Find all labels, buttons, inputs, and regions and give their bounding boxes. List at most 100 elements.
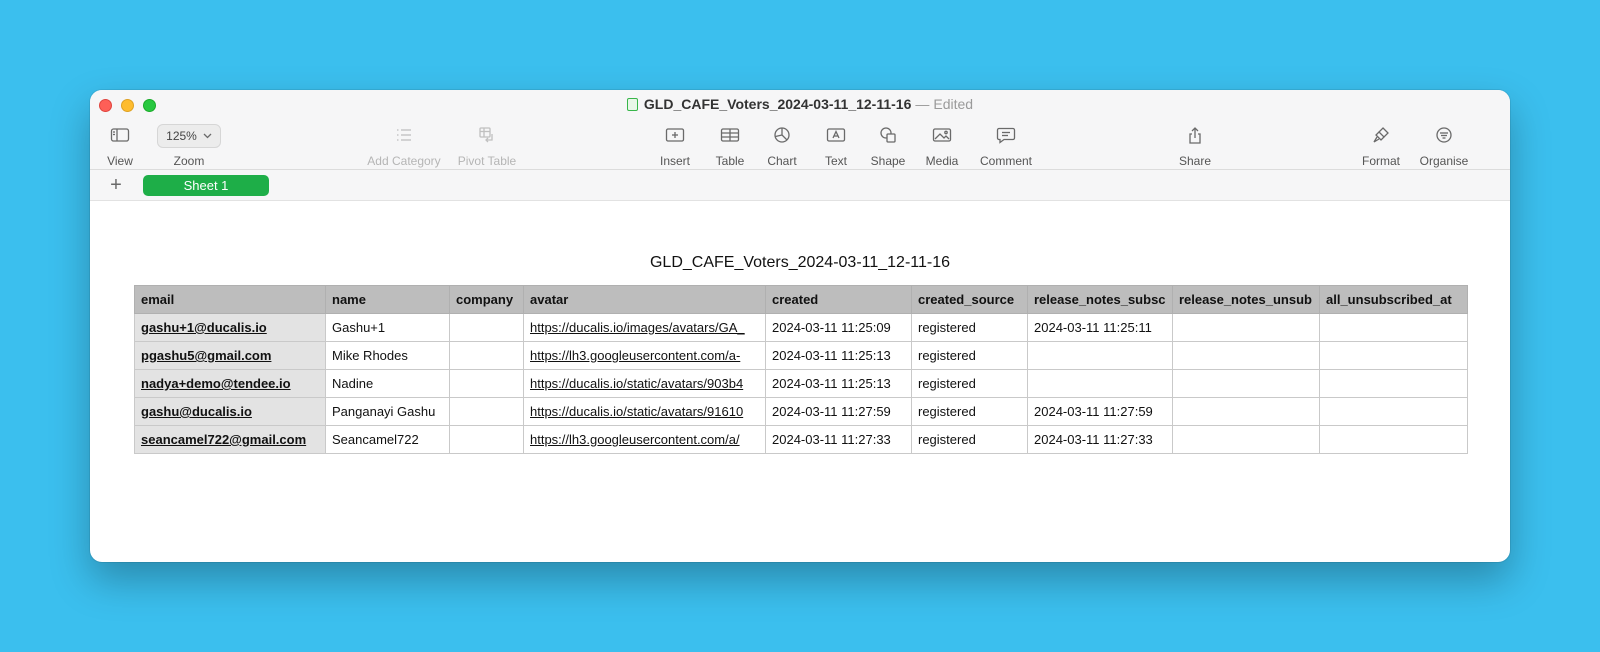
add-sheet-button[interactable]: + bbox=[106, 173, 126, 197]
cell-created-source[interactable]: registered bbox=[911, 397, 1028, 426]
column-header-all-unsubscribed-at[interactable]: all_unsubscribed_at bbox=[1319, 285, 1468, 314]
cell-created[interactable]: 2024-03-11 11:27:33 bbox=[765, 425, 912, 454]
column-header-name[interactable]: name bbox=[325, 285, 450, 314]
cell-created-source[interactable]: registered bbox=[911, 341, 1028, 370]
cell-all-unsubscribed-at[interactable] bbox=[1319, 425, 1468, 454]
cell-release-notes-unsub[interactable] bbox=[1172, 313, 1320, 342]
share-button[interactable]: Share bbox=[1175, 124, 1215, 168]
organise-button[interactable]: Organise bbox=[1416, 124, 1472, 168]
table-row: gashu+1@ducalis.io Gashu+1 https://ducalis… bbox=[134, 313, 1468, 342]
pie-chart-icon bbox=[774, 127, 790, 143]
shape-button[interactable]: Shape bbox=[866, 124, 910, 168]
table-row: seancamel722@gmail.com Seancamel722 https:… bbox=[134, 425, 1468, 454]
table-row: pgashu5@gmail.com Mike Rhodes https://lh3.… bbox=[134, 341, 1468, 370]
column-header-created[interactable]: created bbox=[765, 285, 912, 314]
cell-release-notes-unsub[interactable] bbox=[1172, 425, 1320, 454]
cell-release-notes-subsc[interactable]: 2024-03-11 11:27:33 bbox=[1027, 425, 1173, 454]
cell-email[interactable]: pgashu5@gmail.com bbox=[134, 341, 326, 370]
cell-created-source[interactable]: registered bbox=[911, 313, 1028, 342]
format-button[interactable]: Format bbox=[1358, 124, 1404, 168]
insert-icon bbox=[665, 128, 685, 142]
cell-release-notes-subsc[interactable]: 2024-03-11 11:27:59 bbox=[1027, 397, 1173, 426]
table-button[interactable]: Table bbox=[710, 124, 750, 168]
text-button[interactable]: Text bbox=[816, 124, 856, 168]
zoom-dropdown[interactable]: 125% bbox=[157, 124, 221, 148]
cell-avatar[interactable]: https://ducalis.io/static/avatars/91610 bbox=[523, 397, 766, 426]
paintbrush-icon bbox=[1373, 127, 1389, 143]
cell-email[interactable]: seancamel722@gmail.com bbox=[134, 425, 326, 454]
app-window: GLD_CAFE_Voters_2024-03-11_12-11-16— Edit… bbox=[90, 90, 1510, 562]
insert-button[interactable]: Insert bbox=[653, 124, 697, 168]
organise-icon bbox=[1436, 127, 1452, 143]
cell-avatar[interactable]: https://lh3.googleusercontent.com/a- bbox=[523, 341, 766, 370]
cell-created-source[interactable]: registered bbox=[911, 369, 1028, 398]
chart-button[interactable]: Chart bbox=[762, 124, 802, 168]
cell-email[interactable]: gashu@ducalis.io bbox=[134, 397, 326, 426]
cell-created-source[interactable]: registered bbox=[911, 425, 1028, 454]
cell-name[interactable]: Panganayi Gashu bbox=[325, 397, 450, 426]
pivot-table-icon bbox=[479, 127, 493, 143]
numbers-document-icon bbox=[626, 98, 638, 111]
cell-release-notes-unsub[interactable] bbox=[1172, 397, 1320, 426]
column-header-company[interactable]: company bbox=[449, 285, 524, 314]
cell-release-notes-unsub[interactable] bbox=[1172, 369, 1320, 398]
column-header-email[interactable]: email bbox=[134, 285, 326, 314]
cell-company[interactable] bbox=[449, 369, 524, 398]
cell-company[interactable] bbox=[449, 397, 524, 426]
sheet-title[interactable]: GLD_CAFE_Voters_2024-03-11_12-11-16 bbox=[90, 254, 1510, 272]
cell-release-notes-unsub[interactable] bbox=[1172, 341, 1320, 370]
view-button[interactable]: View bbox=[102, 124, 138, 168]
chevron-down-icon bbox=[203, 133, 212, 139]
column-header-release-notes-unsub[interactable]: release_notes_unsub bbox=[1172, 285, 1320, 314]
cell-release-notes-subsc[interactable] bbox=[1027, 369, 1173, 398]
pivot-table-button[interactable]: Pivot Table bbox=[452, 124, 522, 168]
cell-all-unsubscribed-at[interactable] bbox=[1319, 313, 1468, 342]
cell-avatar[interactable]: https://lh3.googleusercontent.com/a/ bbox=[523, 425, 766, 454]
add-category-button[interactable]: Add Category bbox=[362, 124, 446, 168]
table-row: gashu@ducalis.io Panganayi Gashu https://d… bbox=[134, 397, 1468, 426]
cell-name[interactable]: Mike Rhodes bbox=[325, 341, 450, 370]
cell-all-unsubscribed-at[interactable] bbox=[1319, 341, 1468, 370]
cell-avatar[interactable]: https://ducalis.io/images/avatars/GA_ bbox=[523, 313, 766, 342]
text-box-icon bbox=[826, 128, 846, 142]
header-row: email name company avatar created created_sou… bbox=[134, 285, 1468, 314]
cell-email[interactable]: nadya+demo@tendee.io bbox=[134, 369, 326, 398]
comment-button[interactable]: Comment bbox=[976, 124, 1036, 168]
column-header-created-source[interactable]: created_source bbox=[911, 285, 1028, 314]
sidebar-icon bbox=[110, 128, 130, 142]
media-button[interactable]: Media bbox=[920, 124, 964, 168]
cell-release-notes-subsc[interactable] bbox=[1027, 341, 1173, 370]
list-icon bbox=[397, 129, 411, 141]
cell-company[interactable] bbox=[449, 313, 524, 342]
cell-all-unsubscribed-at[interactable] bbox=[1319, 369, 1468, 398]
cell-release-notes-subsc[interactable]: 2024-03-11 11:25:11 bbox=[1027, 313, 1173, 342]
cell-created[interactable]: 2024-03-11 11:27:59 bbox=[765, 397, 912, 426]
cell-avatar[interactable]: https://ducalis.io/static/avatars/903b4 bbox=[523, 369, 766, 398]
photo-icon bbox=[932, 128, 952, 142]
sheet-tabs-bar: + Sheet 1 bbox=[90, 170, 1510, 201]
data-table: email name company avatar created created_sou… bbox=[134, 285, 1468, 454]
share-icon bbox=[1189, 127, 1201, 144]
cell-company[interactable] bbox=[449, 341, 524, 370]
tab-sheet-1[interactable]: Sheet 1 bbox=[143, 175, 269, 196]
comment-icon bbox=[996, 127, 1016, 144]
cell-email[interactable]: gashu+1@ducalis.io bbox=[134, 313, 326, 342]
shape-icon bbox=[880, 127, 896, 143]
document-title: GLD_CAFE_Voters_2024-03-11_12-11-16— Edit… bbox=[90, 96, 1510, 112]
column-header-avatar[interactable]: avatar bbox=[523, 285, 766, 314]
cell-created[interactable]: 2024-03-11 11:25:13 bbox=[765, 341, 912, 370]
zoom-control[interactable]: 125% Zoom bbox=[154, 124, 224, 168]
column-header-release-notes-subsc[interactable]: release_notes_subsc bbox=[1027, 285, 1173, 314]
cell-name[interactable]: Gashu+1 bbox=[325, 313, 450, 342]
cell-name[interactable]: Nadine bbox=[325, 369, 450, 398]
toolbar: GLD_CAFE_Voters_2024-03-11_12-11-16— Edit… bbox=[90, 90, 1510, 170]
cell-created[interactable]: 2024-03-11 11:25:13 bbox=[765, 369, 912, 398]
cell-created[interactable]: 2024-03-11 11:25:09 bbox=[765, 313, 912, 342]
table-row: nadya+demo@tendee.io Nadine https://ducali… bbox=[134, 369, 1468, 398]
cell-name[interactable]: Seancamel722 bbox=[325, 425, 450, 454]
cell-all-unsubscribed-at[interactable] bbox=[1319, 397, 1468, 426]
edited-status: Edited bbox=[933, 96, 974, 112]
table-body: gashu+1@ducalis.io Gashu+1 https://ducalis… bbox=[134, 313, 1468, 454]
cell-company[interactable] bbox=[449, 425, 524, 454]
table-icon bbox=[720, 128, 740, 142]
